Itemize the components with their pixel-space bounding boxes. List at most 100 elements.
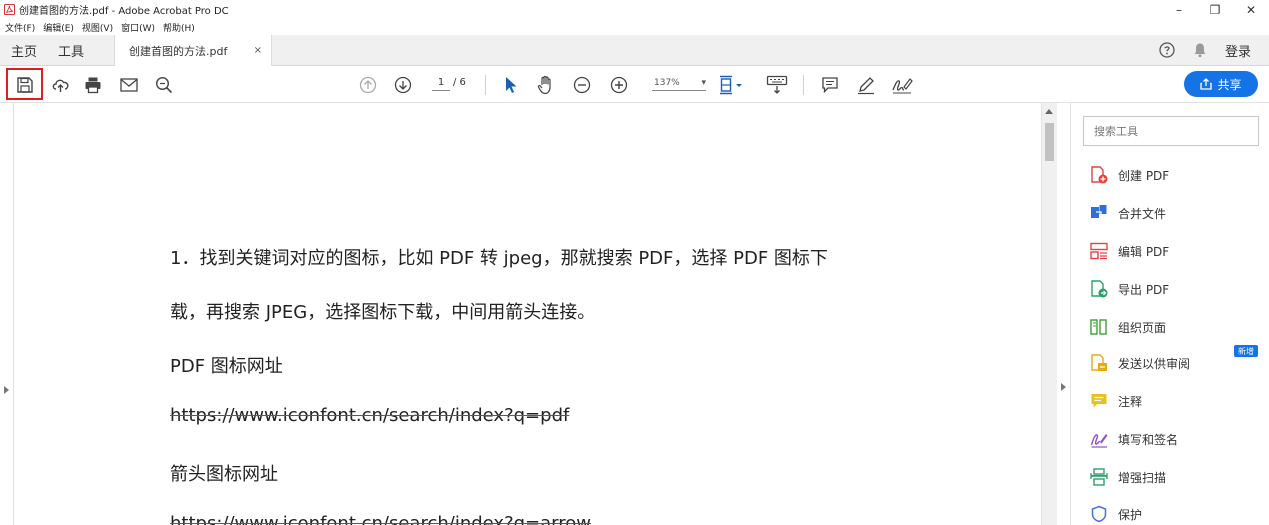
tool-create-pdf-label: 创建 PDF — [1118, 168, 1170, 183]
tools-pane-toggle[interactable] — [1057, 103, 1071, 525]
comment-icon — [1091, 394, 1107, 408]
zoom-in-button[interactable] — [607, 66, 631, 103]
pen-icon — [858, 76, 874, 94]
document-heading-arrow-url: 箭头图标网址 — [170, 464, 278, 485]
menu-bar: 文件(F) 编辑(E) 视图(V) 窗口(W) 帮助(H) — [0, 19, 203, 35]
send-for-review-icon — [1091, 354, 1107, 371]
arrow-down-circle-icon — [394, 76, 412, 93]
printer-icon — [85, 77, 101, 93]
share-button[interactable]: 共享 — [1184, 71, 1258, 97]
tool-send-for-review[interactable]: 发送以供审阅 — [1090, 351, 1190, 375]
close-window-button[interactable]: ✕ — [1233, 0, 1269, 19]
email-button[interactable] — [117, 66, 141, 103]
tool-export-pdf[interactable]: 导出 PDF — [1090, 277, 1169, 301]
share-label: 共享 — [1217, 77, 1242, 92]
collapse-right-arrow-icon — [1061, 383, 1066, 391]
new-badge: 新增 — [1234, 345, 1258, 357]
tool-comment[interactable]: 注释 — [1090, 389, 1142, 413]
edit-pdf-icon — [1090, 242, 1108, 260]
tool-send-for-review-label: 发送以供审阅 — [1118, 356, 1191, 371]
tool-enhance-scan[interactable]: 增强扫描 — [1090, 465, 1166, 489]
pdf-icon-link[interactable]: https://www.iconfont.cn/search/index?q=p… — [170, 405, 569, 426]
toolbar-divider — [803, 75, 804, 95]
tools-pane: 搜索工具 创建 PDF 合并文件 编辑 PDF 导出 PDF 组织页面 发送以供… — [1071, 103, 1269, 525]
menu-window[interactable]: 窗口(W) — [121, 21, 155, 34]
minus-circle-icon — [573, 76, 591, 93]
bell-icon[interactable] — [1193, 42, 1207, 58]
title-bar: 创建首图的方法.pdf - Adobe Acrobat Pro DC – ❐ ✕ — [0, 0, 1269, 19]
mail-icon — [120, 77, 138, 92]
tool-enhance-scan-label: 增强扫描 — [1118, 470, 1167, 485]
login-link[interactable]: 登录 — [1225, 41, 1251, 60]
acrobat-icon — [4, 4, 15, 15]
tool-fill-sign-label: 填写和签名 — [1118, 432, 1179, 447]
arrow-icon-link[interactable]: https://www.iconfont.cn/search/index?q=a… — [170, 513, 591, 525]
signature-icon — [892, 77, 913, 94]
menu-edit[interactable]: 编辑(E) — [43, 21, 74, 34]
keyboard-arrow-icon — [766, 75, 788, 94]
scroll-thumb[interactable] — [1045, 123, 1054, 161]
close-tab-icon[interactable]: × — [254, 45, 262, 56]
next-page-button[interactable] — [391, 66, 415, 103]
document-tab[interactable]: 创建首图的方法.pdf × — [114, 35, 273, 66]
cloud-upload-icon — [52, 79, 69, 92]
speech-bubble-icon — [822, 76, 838, 93]
fit-page-icon — [720, 75, 742, 94]
menu-file[interactable]: 文件(F) — [5, 21, 35, 34]
save-icon — [16, 76, 33, 93]
zoom-dropdown-arrow: ▾ — [701, 78, 706, 88]
sign-button[interactable] — [889, 66, 915, 103]
menu-view[interactable]: 视图(V) — [82, 21, 113, 34]
window-title: 创建首图的方法.pdf - Adobe Acrobat Pro DC — [19, 6, 229, 17]
highlight-button[interactable] — [854, 66, 878, 103]
zoom-level-select[interactable]: 137% ▾ — [652, 76, 706, 91]
hand-tool-button[interactable] — [534, 66, 558, 103]
document-tab-label: 创建首图的方法.pdf — [129, 44, 228, 58]
page-display-button[interactable] — [716, 66, 746, 103]
create-pdf-icon — [1091, 166, 1108, 184]
arrow-up-circle-icon — [359, 76, 377, 93]
save-button[interactable] — [10, 66, 39, 103]
document-paragraph-line: 载，再搜索 JPEG，选择图标下载，中间用箭头连接。 — [170, 302, 596, 323]
search-zoom-icon — [155, 76, 173, 93]
enhance-scan-icon — [1090, 468, 1108, 486]
keyboard-scroll-button[interactable] — [764, 66, 790, 103]
tool-combine-files[interactable]: 合并文件 — [1090, 201, 1166, 225]
search-tools-input[interactable]: 搜索工具 — [1083, 116, 1259, 146]
share-icon — [1200, 78, 1213, 90]
restore-button[interactable]: ❐ — [1197, 0, 1233, 19]
tab-home[interactable]: 主页 — [0, 35, 46, 65]
toolbar: 1 / 6 137% ▾ 共享 — [0, 66, 1269, 103]
page-number-input[interactable]: 1 — [432, 76, 450, 91]
help-icon[interactable] — [1159, 42, 1175, 58]
tool-protect-label: 保护 — [1118, 507, 1143, 522]
select-tool-button[interactable] — [500, 66, 522, 103]
upload-cloud-button[interactable] — [49, 66, 73, 103]
tab-bar: 主页 工具 创建首图的方法.pdf × 登录 — [0, 35, 1269, 66]
vertical-scrollbar[interactable] — [1041, 103, 1057, 525]
organize-pages-icon — [1090, 319, 1107, 335]
tool-protect[interactable]: 保护 — [1090, 502, 1142, 525]
hand-icon — [537, 75, 551, 94]
tool-comment-label: 注释 — [1118, 394, 1143, 409]
minimize-button[interactable]: – — [1161, 0, 1197, 19]
expand-left-arrow-icon — [4, 386, 9, 394]
find-button[interactable] — [152, 66, 176, 103]
tab-tools[interactable]: 工具 — [46, 35, 96, 65]
left-panel-toggle[interactable] — [0, 103, 14, 525]
plus-circle-icon — [610, 76, 628, 93]
tool-organize-pages[interactable]: 组织页面 — [1090, 315, 1166, 339]
tool-fill-sign[interactable]: 填写和签名 — [1090, 427, 1178, 451]
protect-icon — [1091, 505, 1107, 523]
zoom-out-button[interactable] — [570, 66, 594, 103]
tool-create-pdf[interactable]: 创建 PDF — [1090, 163, 1169, 187]
tool-organize-pages-label: 组织页面 — [1118, 320, 1167, 335]
comment-button[interactable] — [818, 66, 842, 103]
tool-export-pdf-label: 导出 PDF — [1118, 282, 1170, 297]
previous-page-button[interactable] — [356, 66, 380, 103]
combine-files-icon — [1091, 205, 1107, 219]
print-button[interactable] — [81, 66, 105, 103]
menu-help[interactable]: 帮助(H) — [163, 21, 195, 34]
scroll-up-arrow-icon[interactable] — [1045, 109, 1053, 114]
tool-edit-pdf[interactable]: 编辑 PDF — [1090, 239, 1169, 263]
